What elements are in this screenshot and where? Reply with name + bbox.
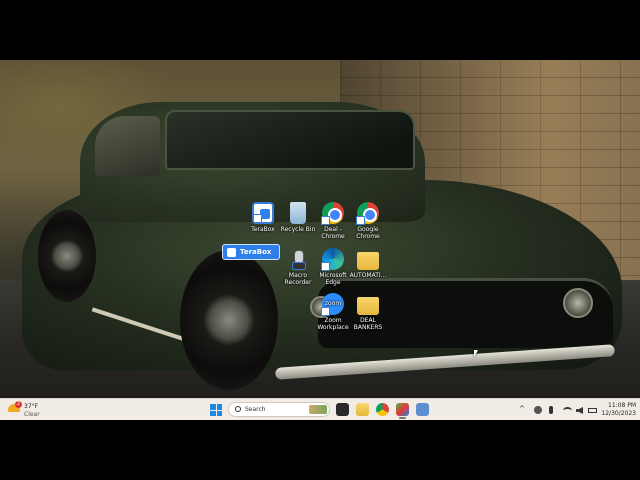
terabox-icon: [227, 248, 236, 257]
desktop-icon-label: AUTOMATI...: [349, 272, 387, 279]
tray-app-icon[interactable]: [534, 406, 542, 414]
search-highlight-icon: [309, 405, 327, 414]
search-label: Search: [245, 406, 266, 413]
windows-logo-icon: [210, 404, 216, 410]
wallpaper-car-windshield: [165, 110, 415, 170]
wallpaper-car-front-wheel: [180, 250, 278, 390]
desktop-icon-label: Microsoft Edge: [319, 272, 347, 286]
taskbar-image-app-icon[interactable]: [416, 403, 429, 416]
desktop-icon-label: TeraBox: [251, 226, 275, 233]
clock-date: 12/30/2023: [601, 410, 636, 417]
terabox-tip-label: TeraBox: [240, 248, 272, 256]
desktop-icon-automati-folder[interactable]: AUTOMATI...: [348, 248, 388, 279]
desktop-icon-google-chrome[interactable]: Google Chrome: [348, 202, 388, 240]
desktop-icon-label: Recycle Bin: [280, 226, 316, 233]
desktop-icon-deal-chrome[interactable]: Deal - Chrome: [313, 202, 353, 240]
taskbar-task-view[interactable]: [336, 403, 349, 416]
edge-icon: [321, 248, 344, 271]
taskbar-active-app-icon[interactable]: [396, 403, 409, 419]
taskbar-file-explorer-icon[interactable]: [356, 403, 369, 416]
desktop-icon-recycle-bin[interactable]: Recycle Bin: [278, 202, 318, 233]
taskbar-chrome-icon[interactable]: [376, 403, 389, 416]
clock-time: 11:08 PM: [608, 402, 636, 409]
terabox-floating-button[interactable]: TeraBox: [222, 244, 280, 260]
taskbar-search[interactable]: Search: [228, 402, 330, 417]
taskbar: 2 37°F Clear Search ^ 11:08 PM 12/30/202…: [0, 398, 640, 420]
weather-badge: 2: [15, 401, 22, 408]
desktop-wallpaper: [0, 60, 640, 420]
wallpaper-car-rear-wheel: [38, 210, 96, 302]
search-icon: [235, 406, 241, 412]
wallpaper-car-side-window: [95, 116, 160, 176]
zoom-icon: zoom: [321, 293, 344, 316]
volume-icon[interactable]: [576, 407, 583, 414]
chrome-icon: [356, 202, 379, 225]
desktop-icon-terabox[interactable]: TeraBox: [243, 202, 283, 233]
desktop-icon-label: Deal - Chrome: [321, 226, 345, 240]
desktop-icon-zoom-workplace[interactable]: zoom Zoom Workplace: [313, 293, 353, 331]
microphone-icon[interactable]: [549, 406, 553, 414]
mouse-cursor: [474, 350, 478, 358]
weather-temperature: 37°F: [24, 403, 39, 410]
desktop-icon-microsoft-edge[interactable]: Microsoft Edge: [313, 248, 353, 286]
desktop-icon-label: Zoom Workplace: [317, 317, 349, 331]
desktop-icon-deal-bankers-folder[interactable]: DEAL BANKERS: [348, 293, 388, 331]
desktop-icon-label: Google Chrome: [356, 226, 380, 240]
folder-icon: [357, 252, 379, 270]
chrome-icon: [321, 202, 344, 225]
start-button[interactable]: [210, 404, 222, 416]
desktop-icon-macro-recorder[interactable]: Macro Recorder: [278, 248, 318, 286]
folder-icon: [357, 297, 379, 315]
tray-overflow-chevron-icon[interactable]: ^: [519, 405, 525, 415]
terabox-icon: [252, 202, 274, 224]
recycle-bin-icon: [290, 202, 306, 224]
wallpaper-car-headlight: [563, 288, 593, 318]
battery-icon[interactable]: [588, 408, 597, 413]
desktop-icon-label: DEAL BANKERS: [353, 317, 383, 331]
weather-condition: Clear: [24, 411, 40, 418]
desktop-icon-label: Macro Recorder: [284, 272, 312, 286]
wifi-icon[interactable]: [563, 407, 572, 414]
macro-recorder-icon: [287, 248, 309, 270]
